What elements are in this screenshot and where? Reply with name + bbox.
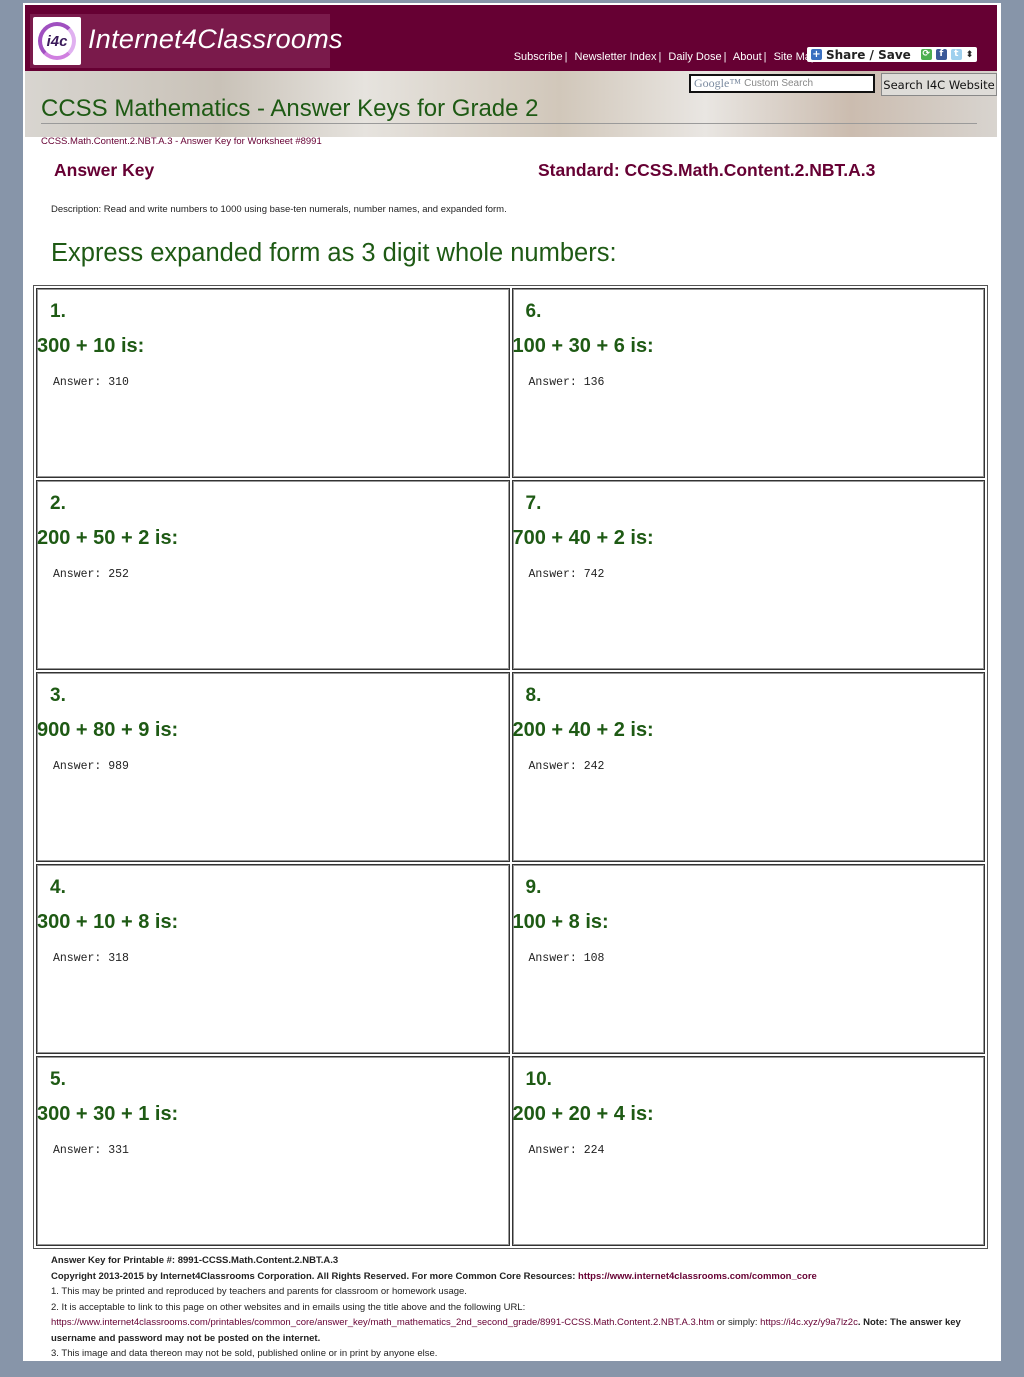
short-url-link[interactable]: https://i4c.xyz/y9a7lz2c xyxy=(760,1317,858,1328)
question-number: 3. xyxy=(50,685,66,706)
note-2: 2. It is acceptable to link to this page… xyxy=(51,1301,526,1313)
nav-subscribe[interactable]: Subscribe xyxy=(514,51,563,63)
answer-key-heading: Answer Key xyxy=(54,160,155,180)
question-text: 100 + 8 is: xyxy=(512,911,609,933)
question-cell: 3. 900 + 80 + 9 is: Answer: 989 xyxy=(36,672,510,862)
footer: Answer Key for Printable #: 8991-CCSS.Ma… xyxy=(51,1253,991,1362)
top-nav: Subscribe | Newsletter Index | Daily Dose |… xyxy=(513,51,817,63)
question-text: 200 + 40 + 2 is: xyxy=(512,719,654,741)
question-number: 6. xyxy=(525,301,542,322)
question-text: 300 + 10 is: xyxy=(37,335,145,357)
site-logo[interactable]: i4c Internet4Classrooms xyxy=(30,14,343,68)
share-save-button[interactable]: + Share / Save ⟳ f t ⬍ xyxy=(807,47,977,62)
note-1: 1. This may be printed and reproduced by… xyxy=(51,1286,467,1297)
breadcrumb[interactable]: CCSS.Math.Content.2.NBT.A.3 - Answer Key… xyxy=(41,136,322,147)
banner: Google™ Custom Search Search I4C Website… xyxy=(25,71,997,137)
question-text: 100 + 30 + 6 is: xyxy=(512,335,654,357)
search-input[interactable]: Google™ Custom Search xyxy=(689,74,875,93)
note-2-urls: https://www.internet4classrooms.com/prin… xyxy=(51,1317,961,1344)
question-cell: 7. 700 + 40 + 2 is: Answer: 742 xyxy=(511,480,985,670)
question-text: 900 + 80 + 9 is: xyxy=(37,719,179,741)
common-core-link[interactable]: https://www.internet4classrooms.com/comm… xyxy=(578,1271,817,1282)
nav-daily-dose[interactable]: Daily Dose xyxy=(668,51,721,63)
nav-about[interactable]: About xyxy=(733,51,762,63)
twitter-icon: t xyxy=(950,49,962,60)
answer-text: Answer: 318 xyxy=(53,952,129,965)
answer-text: Answer: 224 xyxy=(528,1144,605,1157)
copyright: Copyright 2013-2015 by Internet4Classroo… xyxy=(51,1270,817,1282)
question-number: 8. xyxy=(525,685,542,706)
question-number: 2. xyxy=(50,493,66,514)
plus-icon: + xyxy=(811,49,822,60)
question-cell: 2. 200 + 50 + 2 is: Answer: 252 xyxy=(36,480,510,670)
question-number: 5. xyxy=(50,1069,66,1090)
question-cell: 1. 300 + 10 is: Answer: 310 xyxy=(36,288,510,478)
question-text: 200 + 50 + 2 is: xyxy=(37,527,179,549)
question-cell: 9. 100 + 8 is: Answer: 108 xyxy=(511,864,985,1054)
question-text: 700 + 40 + 2 is: xyxy=(512,527,654,549)
question-text: 200 + 20 + 4 is: xyxy=(512,1103,654,1125)
nav-newsletter-index[interactable]: Newsletter Index xyxy=(575,51,657,63)
question-cell: 5. 300 + 30 + 1 is: Answer: 331 xyxy=(36,1056,510,1246)
answer-text: Answer: 136 xyxy=(528,376,605,389)
question-number: 4. xyxy=(50,877,66,898)
answer-text: Answer: 331 xyxy=(53,1144,129,1157)
note-3: 3. This image and data thereon may not b… xyxy=(51,1348,438,1359)
google-brand: Google™ xyxy=(694,76,742,90)
answer-text: Answer: 108 xyxy=(528,952,605,965)
chevron-updown-icon: ⬍ xyxy=(965,49,974,60)
printable-id: Answer Key for Printable #: 8991-CCSS.Ma… xyxy=(51,1255,339,1266)
divider xyxy=(41,123,977,124)
description: Description: Read and write numbers to 1… xyxy=(51,204,507,215)
questions-grid: 1. 300 + 10 is: Answer: 310 6. 100 + 30 + 6 … xyxy=(33,285,988,1249)
answer-text: Answer: 242 xyxy=(528,760,605,773)
answer-text: Answer: 989 xyxy=(53,760,129,773)
top-bar: i4c Internet4Classrooms Subscribe | Newsl… xyxy=(25,5,997,71)
question-text: 300 + 30 + 1 is: xyxy=(37,1103,179,1125)
logo-icon: i4c xyxy=(33,17,81,65)
answer-text: Answer: 742 xyxy=(528,568,605,581)
answer-text: Answer: 310 xyxy=(53,376,129,389)
answer-text: Answer: 252 xyxy=(53,568,129,581)
question-cell: 10. 200 + 20 + 4 is: Answer: 224 xyxy=(511,1056,985,1246)
instructions: Express expanded form as 3 digit whole n… xyxy=(51,239,617,267)
question-number: 7. xyxy=(525,493,542,514)
facebook-icon: f xyxy=(935,49,947,60)
site-name: Internet4Classrooms xyxy=(88,24,343,54)
question-cell: 6. 100 + 30 + 6 is: Answer: 136 xyxy=(511,288,985,478)
share-icon: ⟳ xyxy=(920,49,932,60)
question-cell: 4. 300 + 10 + 8 is: Answer: 318 xyxy=(36,864,510,1054)
standard-heading: Standard: CCSS.Math.Content.2.NBT.A.3 xyxy=(538,160,876,180)
question-number: 1. xyxy=(50,301,66,322)
page: i4c Internet4Classrooms Subscribe | Newsl… xyxy=(23,3,1001,1361)
question-cell: 8. 200 + 40 + 2 is: Answer: 242 xyxy=(511,672,985,862)
search-button[interactable]: Search I4C Website xyxy=(881,73,997,96)
worksheet-url-link[interactable]: https://www.internet4classrooms.com/prin… xyxy=(51,1317,714,1328)
page-title: CCSS Mathematics - Answer Keys for Grade… xyxy=(41,95,539,122)
question-text: 300 + 10 + 8 is: xyxy=(37,911,179,933)
question-number: 10. xyxy=(525,1069,552,1090)
question-number: 9. xyxy=(525,877,542,898)
